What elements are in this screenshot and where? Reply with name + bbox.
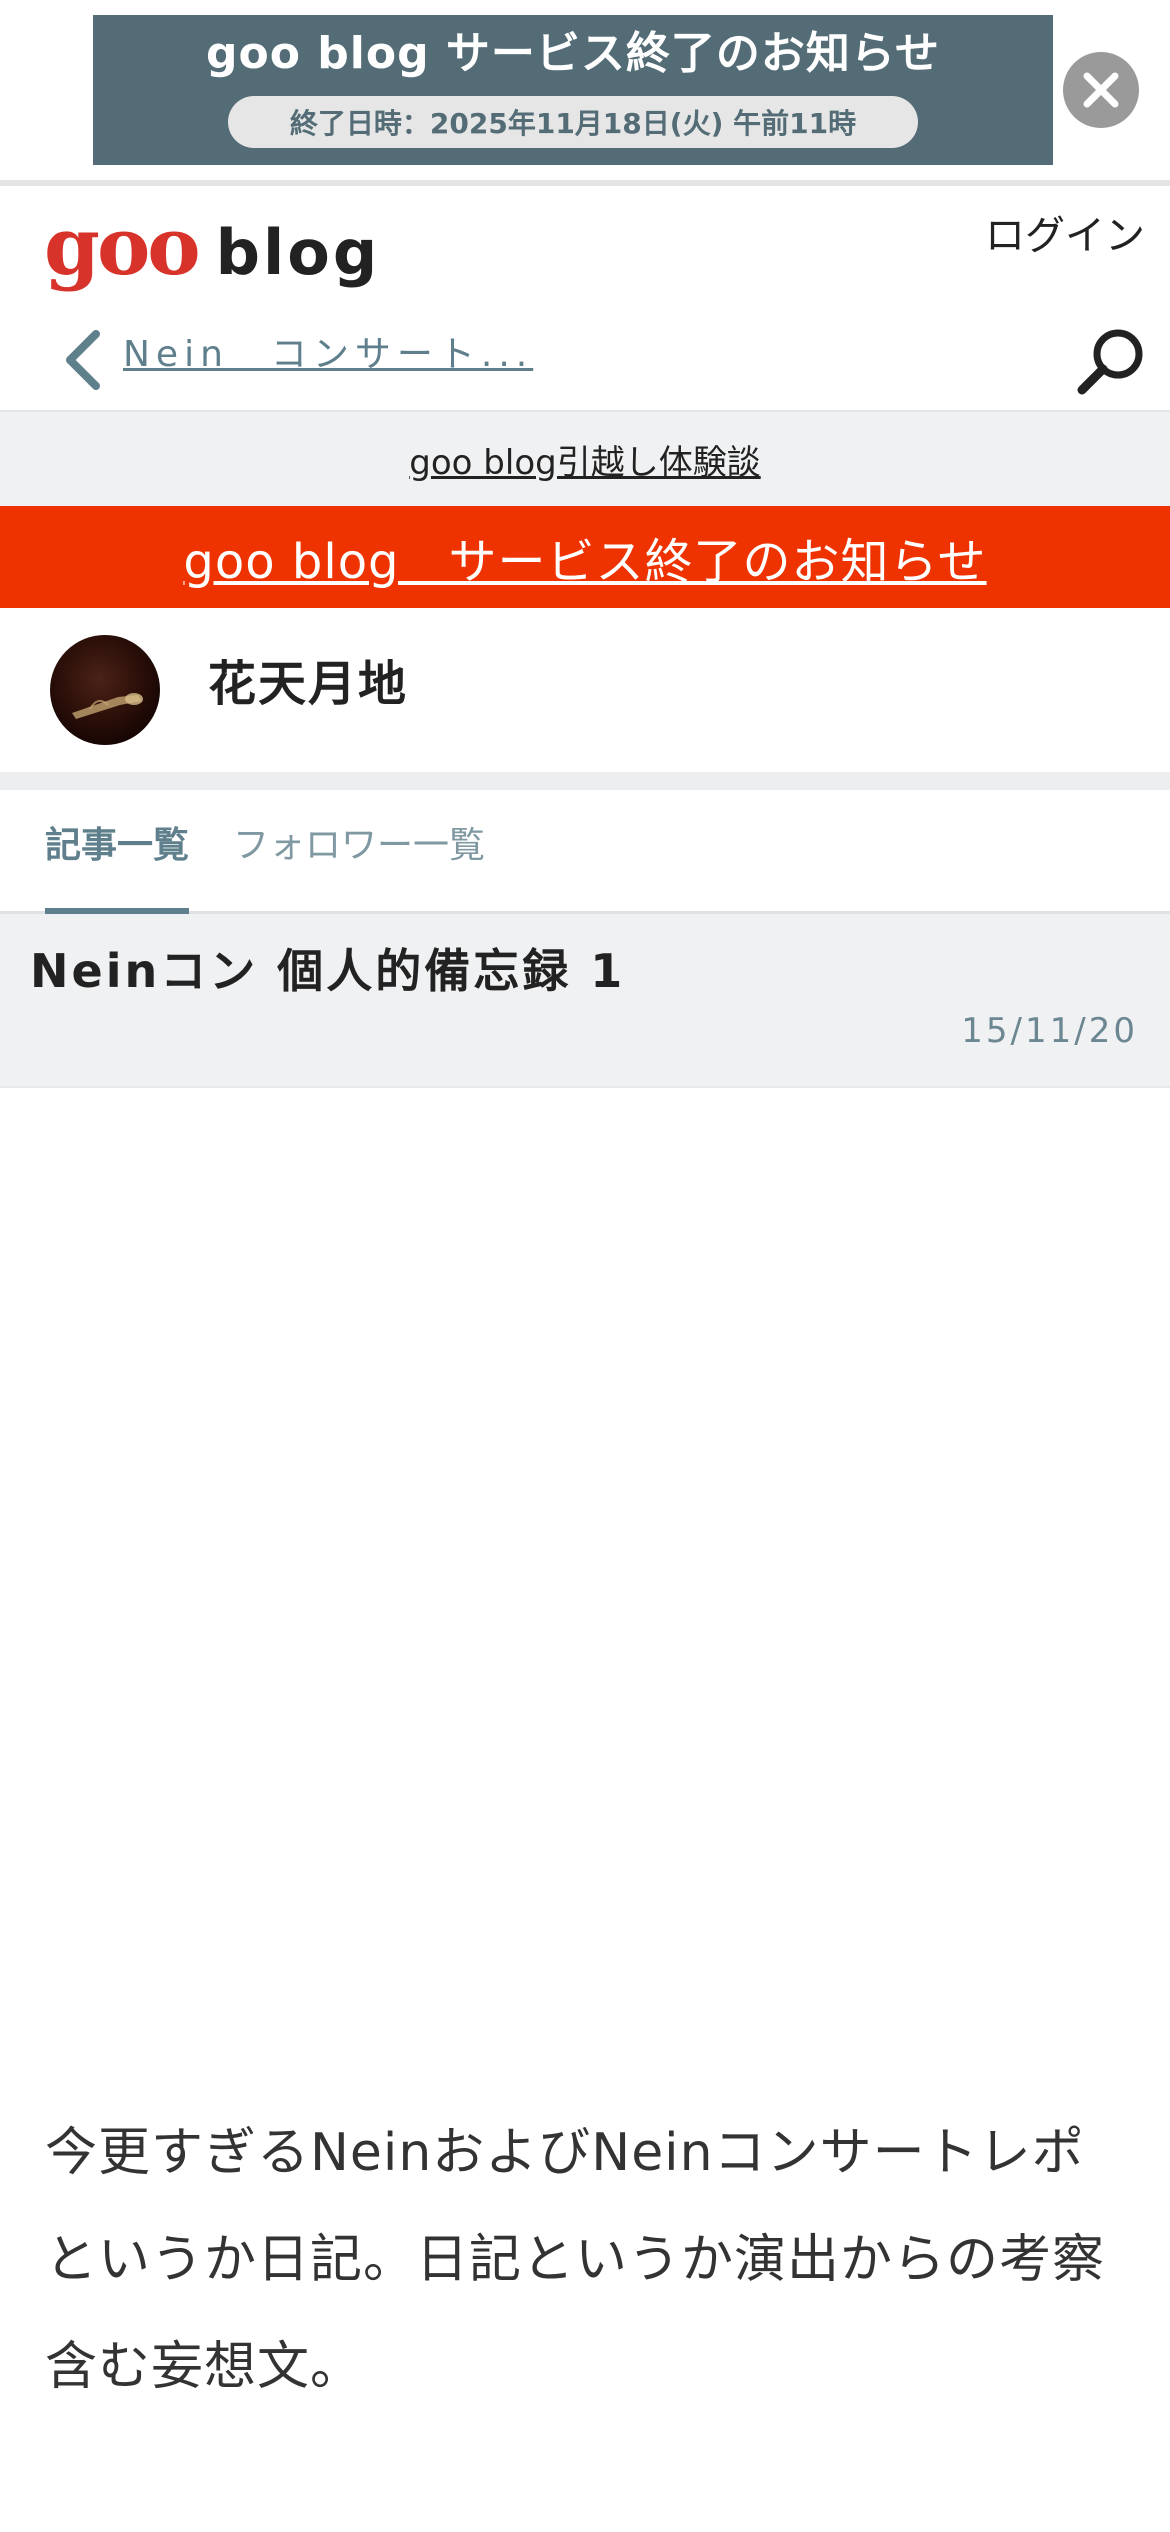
- article-date: 15/11/20: [961, 1011, 1138, 1051]
- avatar[interactable]: [50, 635, 160, 745]
- avatar-image: [50, 635, 160, 745]
- breadcrumb: Nein コンサート...: [0, 312, 1170, 410]
- promo-title: goo blog サービス終了のお知らせ: [205, 28, 940, 79]
- site-header: goo blog ログイン: [0, 186, 1170, 312]
- blog-tabs: 記事一覧 フォロワー一覧: [0, 790, 1170, 914]
- divider: [0, 772, 1170, 790]
- migration-story-bar: goo blog引越し体験談: [0, 410, 1170, 506]
- close-promo-button[interactable]: [1063, 52, 1139, 128]
- article-header: Neinコン 個人的備忘録 1 15/11/20: [0, 914, 1170, 1088]
- breadcrumb-link[interactable]: Nein コンサート...: [123, 332, 533, 379]
- search-icon[interactable]: [1072, 322, 1150, 400]
- logo-goo-text: goo: [44, 199, 201, 293]
- migration-story-link[interactable]: goo blog引越し体験談: [409, 435, 760, 484]
- tab-articles[interactable]: 記事一覧: [45, 828, 189, 864]
- login-link[interactable]: ログイン: [985, 216, 1145, 256]
- article-body: 今更すぎるNeinおよびNeinコンサートレポというか日記。日記というか演出から…: [45, 2123, 1106, 2397]
- chevron-left-icon[interactable]: [58, 326, 108, 394]
- service-end-notice-bar: goo blog サービス終了のお知らせ: [0, 506, 1170, 608]
- close-icon: [1083, 72, 1119, 108]
- promo-area: goo blog サービス終了のお知らせ 終了日時：2025年11月18日(火)…: [0, 0, 1170, 180]
- tab-followers[interactable]: フォロワー一覧: [233, 828, 485, 864]
- logo-blog-text: blog: [215, 216, 381, 289]
- goo-blog-logo[interactable]: goo blog: [44, 206, 380, 286]
- blog-owner[interactable]: 花天月地: [0, 608, 1170, 772]
- service-end-notice-link[interactable]: goo blog サービス終了のお知らせ: [183, 522, 986, 592]
- blog-title[interactable]: 花天月地: [208, 660, 408, 708]
- service-end-promo-banner[interactable]: goo blog サービス終了のお知らせ 終了日時：2025年11月18日(火)…: [93, 15, 1053, 165]
- promo-end-date: 終了日時：2025年11月18日(火) 午前11時: [228, 96, 918, 148]
- article-title: Neinコン 個人的備忘録 1: [30, 944, 626, 998]
